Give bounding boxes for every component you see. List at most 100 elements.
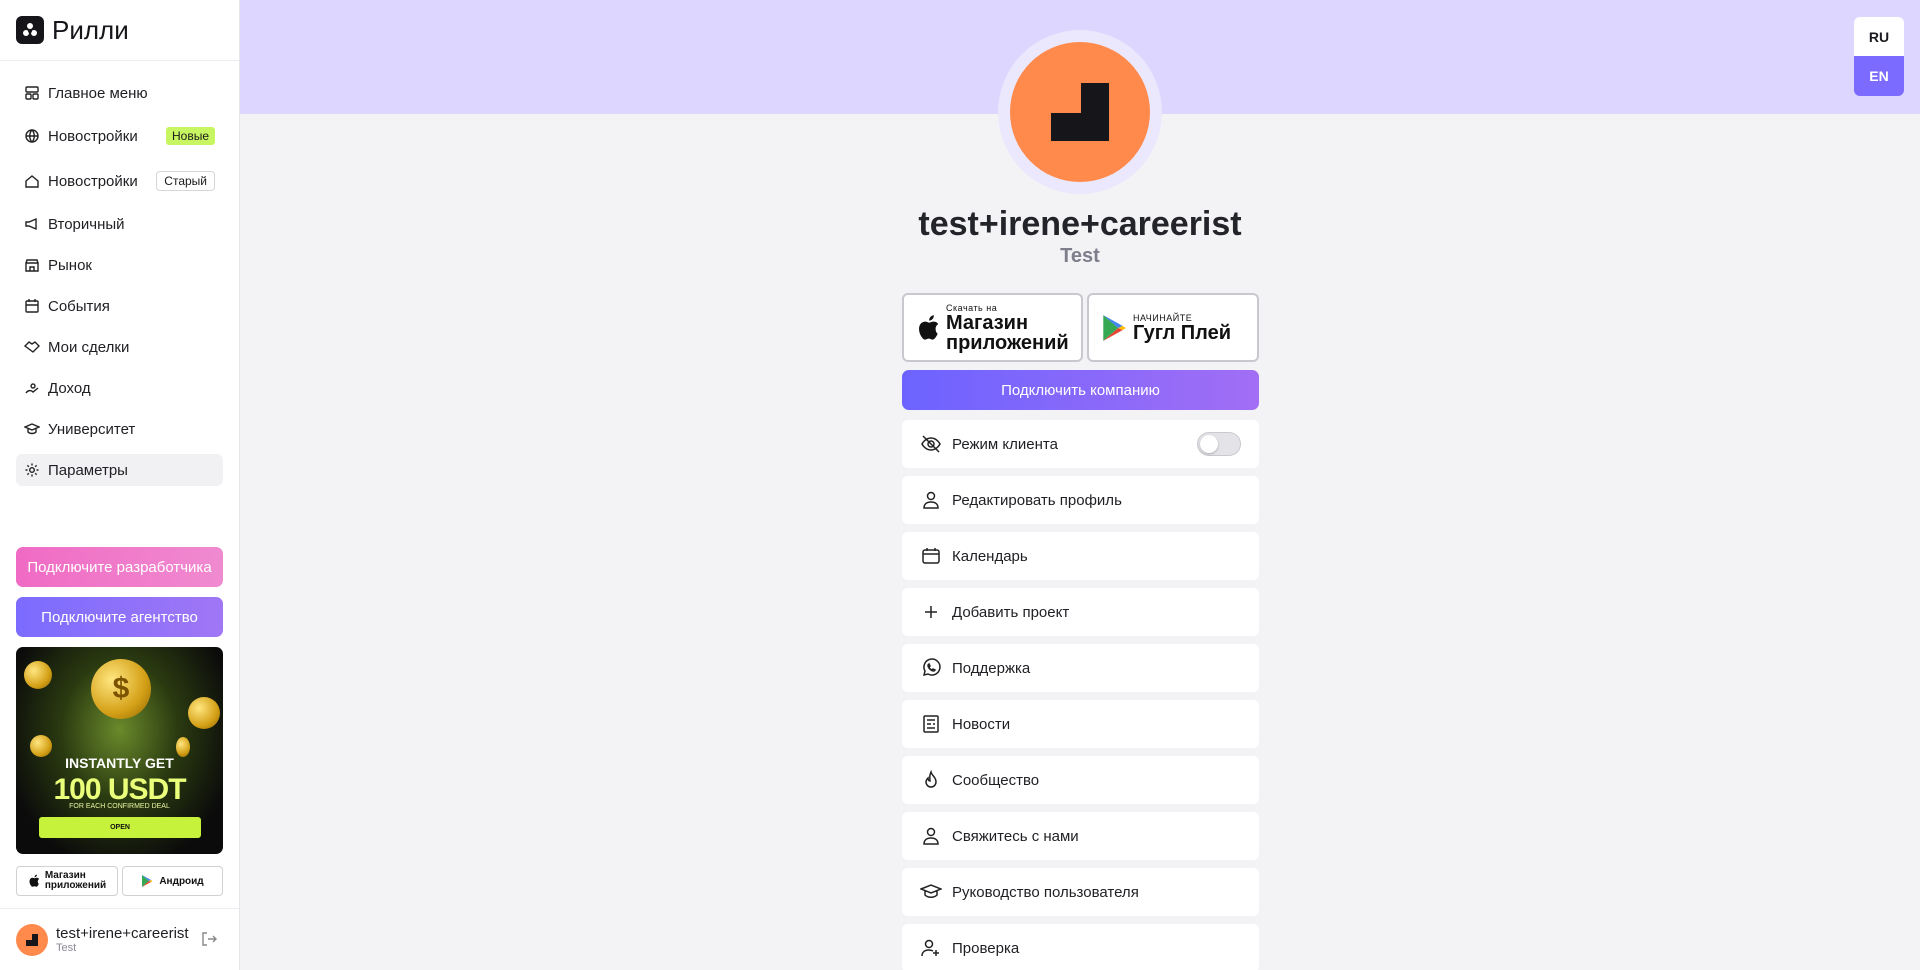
menu-label: Проверка (952, 939, 1020, 957)
app-store-small-caption: Скачать на (946, 302, 998, 313)
sidebar-item-university[interactable]: Университет (16, 413, 223, 445)
menu-label: Свяжитесь с нами (952, 827, 1079, 845)
dashboard-icon (24, 85, 40, 101)
store-icon (24, 257, 40, 273)
promo-amount: 100 USDT (53, 773, 186, 806)
sidebar-nav: Главное меню Новостройки Новые Новострой… (0, 61, 239, 486)
plus-icon (920, 601, 942, 623)
app-store-small-button[interactable]: Магазин приложений (16, 866, 118, 896)
menu-calendar[interactable]: Календарь (902, 532, 1259, 580)
graduation-cap-icon (920, 881, 942, 903)
google-play-small-caption: НАЧИНАЙТЕ (1133, 312, 1193, 323)
app-store-small-text: Магазин приложений (45, 871, 106, 891)
user-icon (920, 825, 942, 847)
promo-banner[interactable]: $ INSTANTLY GET 100 USDT FOR EACH CONFIR… (16, 647, 223, 854)
menu-label: Добавить проект (952, 603, 1070, 621)
menu-label: Руководство пользователя (952, 883, 1139, 901)
sidebar-item-settings[interactable]: Параметры (16, 454, 223, 486)
gear-icon (24, 462, 40, 478)
menu-support[interactable]: Поддержка (902, 644, 1259, 692)
sidebar-item-market[interactable]: Рынок (16, 249, 223, 281)
promo-title: INSTANTLY GET (65, 755, 174, 771)
sidebar: Рилли Главное меню Новостройки Новые Нов… (0, 0, 240, 970)
coin-icon (188, 697, 220, 729)
sidebar-item-secondary[interactable]: Вторичный (16, 208, 223, 240)
menu-contact-us[interactable]: Свяжитесь с нами (902, 812, 1259, 860)
profile-role: Test (1060, 245, 1100, 267)
sidebar-item-label: Новостройки (48, 172, 138, 190)
apple-icon (916, 314, 940, 342)
sidebar-item-label: Рынок (48, 256, 92, 274)
menu-add-project[interactable]: Добавить проект (902, 588, 1259, 636)
menu-label: Поддержка (952, 659, 1031, 677)
apple-icon (28, 874, 40, 888)
user-role: Test (56, 942, 77, 954)
menu-edit-profile[interactable]: Редактировать профиль (902, 476, 1259, 524)
user-icon (920, 489, 942, 511)
sidebar-item-label: Параметры (48, 461, 128, 479)
calendar-icon (920, 545, 942, 567)
google-play-label: Гугл Плей (1133, 321, 1232, 344)
client-mode-label: Режим клиента (952, 435, 1058, 453)
menu-user-guide[interactable]: Руководство пользователя (902, 868, 1259, 916)
globe-icon (24, 128, 40, 144)
handshake-icon (24, 339, 40, 355)
sidebar-item-label: Вторичный (48, 215, 125, 233)
menu-label: Календарь (952, 547, 1028, 565)
menu-news[interactable]: Новости (902, 700, 1259, 748)
google-play-icon (141, 874, 153, 888)
sidebar-item-label: Мои сделки (48, 338, 130, 356)
sidebar-item-label: Университет (48, 420, 136, 438)
income-icon (24, 380, 40, 396)
coin-icon (24, 661, 52, 689)
badge-old: Старый (156, 171, 215, 191)
google-play-button[interactable]: НАЧИНАЙТЕ Гугл Плей (1087, 293, 1259, 362)
language-ru-button[interactable]: RU (1854, 17, 1904, 57)
badge-new: Новые (165, 127, 215, 145)
user-text: test+irene+careerist Test (56, 925, 189, 954)
sidebar-item-label: Главное меню (48, 84, 148, 102)
connect-company-button[interactable]: Подключить компанию (902, 370, 1259, 410)
user-plus-icon (920, 937, 942, 959)
sidebar-item-income[interactable]: Доход (16, 372, 223, 404)
brand[interactable]: Рилли (0, 0, 239, 61)
profile-avatar[interactable] (1010, 42, 1150, 182)
connect-agency-button[interactable]: Подключите агентство (16, 597, 223, 637)
android-small-button[interactable]: Андроид (122, 866, 223, 896)
promo-subtitle: FOR EACH CONFIRMED DEAL (69, 803, 170, 810)
menu-community[interactable]: Сообщество (902, 756, 1259, 804)
google-play-icon (1101, 313, 1127, 343)
calendar-icon (24, 298, 40, 314)
app-store-button[interactable]: Скачать на Магазин приложений (902, 293, 1083, 362)
sidebar-item-my-deals[interactable]: Мои сделки (16, 331, 223, 363)
sidebar-item-label: Новостройки (48, 127, 138, 145)
language-en-button[interactable]: EN (1854, 56, 1904, 96)
logout-icon[interactable] (200, 930, 218, 953)
sidebar-item-new-buildings-old[interactable]: Новостройки Старый (16, 163, 223, 199)
news-icon (920, 713, 942, 735)
google-play-text: НАЧИНАЙТЕ Гугл Плей (1133, 313, 1231, 343)
sidebar-item-new-buildings-new[interactable]: Новостройки Новые (16, 118, 223, 154)
app-store-line2: приложений (946, 331, 1069, 354)
client-mode-toggle[interactable] (1197, 432, 1241, 456)
coin-icon (30, 735, 52, 757)
sidebar-user[interactable]: test+irene+careerist Test (0, 908, 240, 970)
sidebar-item-main-menu[interactable]: Главное меню (16, 77, 223, 109)
eye-off-icon (920, 433, 942, 455)
graduation-cap-icon (24, 421, 40, 437)
menu-label: Редактировать профиль (952, 491, 1122, 509)
brand-name: Рилли (52, 14, 129, 45)
home-icon (24, 173, 40, 189)
menu-verification[interactable]: Проверка (902, 924, 1259, 970)
app-store-text: Скачать на Магазин приложений (946, 303, 1069, 353)
client-mode-row[interactable]: Режим клиента (902, 420, 1259, 468)
promo-open-button[interactable]: OPEN (39, 817, 201, 838)
whatsapp-icon (920, 657, 942, 679)
brand-logo-icon (16, 16, 44, 44)
dollar-coin-icon: $ (91, 659, 151, 719)
coin-icon (176, 737, 190, 757)
toggle-knob (1200, 435, 1218, 453)
sidebar-item-events[interactable]: События (16, 290, 223, 322)
connect-developer-button[interactable]: Подключите разработчика (16, 547, 223, 587)
menu-label: Сообщество (952, 771, 1040, 789)
